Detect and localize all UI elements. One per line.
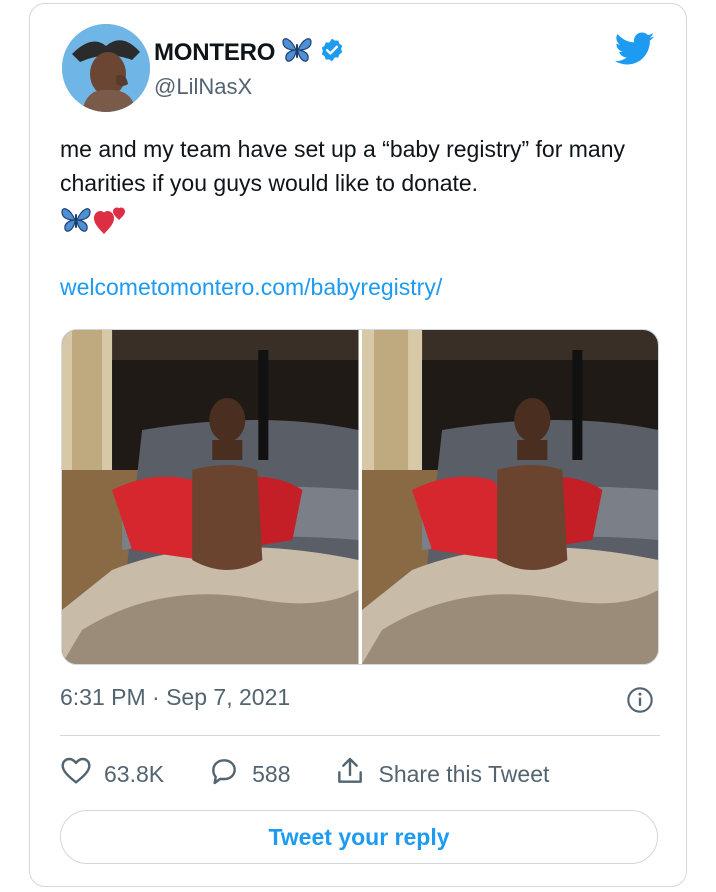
info-icon[interactable]	[626, 686, 654, 714]
tweet-emojis	[60, 204, 128, 241]
butterfly-icon	[281, 36, 313, 69]
verified-badge-icon	[319, 37, 345, 68]
media-grid[interactable]	[61, 329, 659, 665]
user-name-row: MONTERO	[154, 36, 345, 69]
tweet-text: me and my team have set up a “baby regis…	[60, 136, 626, 196]
reply-count-button[interactable]: 588	[208, 755, 290, 793]
like-button[interactable]: 63.8K	[60, 755, 164, 793]
photo-1[interactable]	[62, 330, 359, 664]
tweet-actions: 63.8K 588 Share this Tweet	[60, 756, 593, 792]
tweet-link[interactable]: welcometomontero.com/babyregistry/	[60, 274, 442, 301]
reply-icon	[208, 755, 240, 793]
photo-2[interactable]	[361, 330, 658, 664]
tweet-card: MONTERO @LilNasX me and my team have set…	[29, 3, 687, 887]
display-name[interactable]: MONTERO	[154, 39, 275, 67]
tweet-your-reply-button[interactable]: Tweet your reply	[60, 810, 658, 864]
reply-count: 588	[252, 760, 291, 787]
share-icon	[334, 755, 366, 793]
two-hearts-icon	[94, 204, 128, 241]
butterfly-icon	[60, 206, 92, 239]
share-button[interactable]: Share this Tweet	[334, 755, 549, 793]
heart-icon	[60, 755, 92, 793]
like-count: 63.8K	[104, 760, 165, 787]
twitter-bird-icon[interactable]	[614, 32, 655, 66]
share-label: Share this Tweet	[378, 760, 550, 787]
divider	[60, 735, 660, 736]
user-handle[interactable]: @LilNasX	[154, 74, 252, 100]
tweet-timestamp[interactable]: 6:31 PM · Sep 7, 2021	[60, 684, 290, 711]
avatar[interactable]	[62, 24, 150, 112]
